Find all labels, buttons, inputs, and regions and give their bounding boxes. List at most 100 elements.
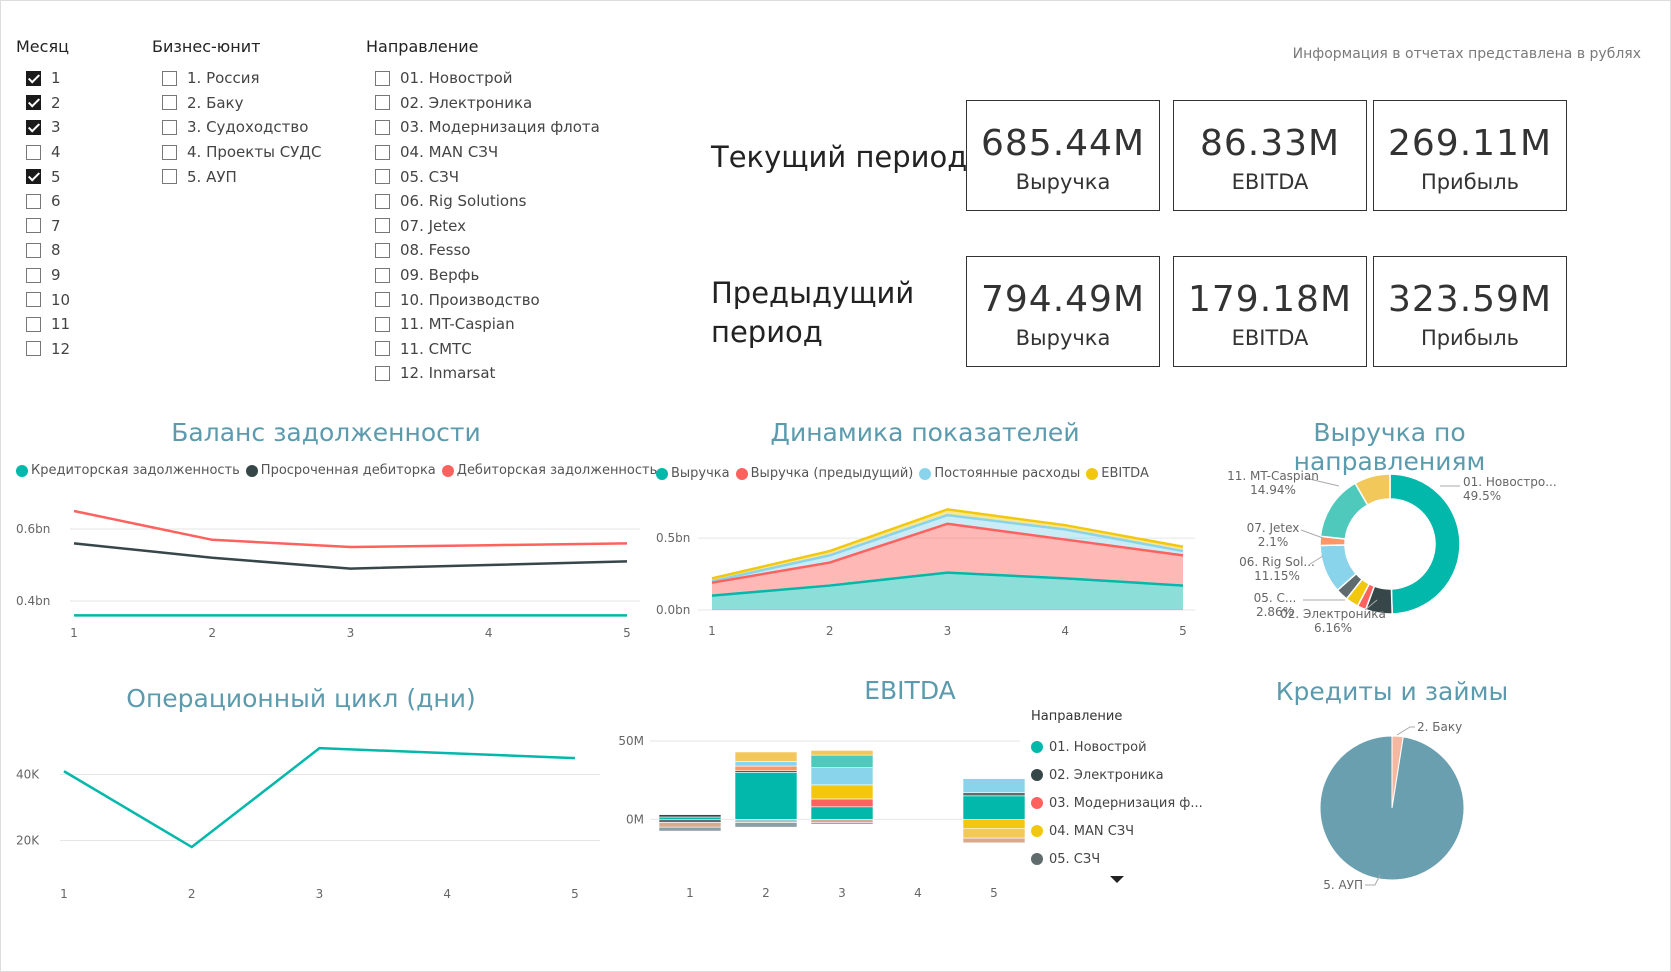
direction-slicer-item[interactable]: 07. Jetex: [375, 214, 600, 239]
checkbox[interactable]: [162, 144, 177, 160]
bar-segment[interactable]: [962, 819, 1026, 830]
month-slicer-item[interactable]: 3: [26, 115, 70, 140]
direction-slicer-item[interactable]: 09. Верфь: [375, 263, 600, 288]
checkbox[interactable]: [375, 316, 390, 332]
checkbox[interactable]: [26, 267, 41, 283]
bar-segment[interactable]: [734, 819, 798, 823]
unit-slicer-item[interactable]: 1. Россия: [162, 66, 322, 91]
bar-segment[interactable]: [810, 798, 874, 808]
bar-segment[interactable]: [734, 822, 798, 828]
legend-item[interactable]: Кредиторская задолженность: [16, 463, 240, 478]
kpi-card-current-revenue[interactable]: 685.44M Выручка: [966, 100, 1160, 211]
legend-item[interactable]: 04. MAN СЗЧ: [1031, 817, 1203, 845]
unit-slicer-item[interactable]: 4. Проекты СУДС: [162, 140, 322, 165]
checkbox[interactable]: [26, 70, 41, 86]
series-line-0[interactable]: [63, 746, 576, 849]
checkbox[interactable]: [162, 169, 177, 185]
legend-item[interactable]: Постоянные расходы: [919, 466, 1080, 481]
checkbox[interactable]: [162, 70, 177, 86]
legend-item[interactable]: 02. Электроника: [1031, 761, 1203, 789]
legend-item[interactable]: Просроченная дебиторка: [245, 463, 436, 478]
checkbox[interactable]: [375, 169, 390, 185]
bar-segment[interactable]: [810, 822, 874, 825]
checkbox[interactable]: [375, 292, 390, 308]
bar-segment[interactable]: [658, 819, 722, 823]
legend-item[interactable]: 05. СЗЧ: [1031, 845, 1203, 873]
checkbox[interactable]: [375, 267, 390, 283]
month-slicer-item[interactable]: 10: [26, 287, 70, 312]
direction-slicer-item[interactable]: 10. Производство: [375, 287, 600, 312]
direction-slicer-item[interactable]: 03. Модернизация флота: [375, 115, 600, 140]
bar-segment[interactable]: [962, 828, 1026, 839]
month-slicer-item[interactable]: 4: [26, 140, 70, 165]
direction-slicer-item[interactable]: 01. Новострой: [375, 66, 600, 91]
debt-chart[interactable]: 0.4bn 0.6bn 1 2 3 4 5: [0, 490, 650, 650]
month-slicer-item[interactable]: 6: [26, 189, 70, 214]
bar-segment[interactable]: [810, 806, 874, 820]
direction-slicer-item[interactable]: 06. Rig Solutions: [375, 189, 600, 214]
checkbox[interactable]: [26, 119, 41, 135]
kpi-card-previous-revenue[interactable]: 794.49M Выручка: [966, 256, 1160, 367]
checkbox[interactable]: [162, 95, 177, 111]
checkbox[interactable]: [375, 144, 390, 160]
legend-item[interactable]: 01. Новострой: [1031, 733, 1203, 761]
checkbox[interactable]: [375, 193, 390, 209]
direction-slicer-item[interactable]: 08. Fesso: [375, 238, 600, 263]
bar-segment[interactable]: [734, 765, 798, 772]
direction-slicer-item[interactable]: 02. Электроника: [375, 91, 600, 116]
direction-slicer-item[interactable]: 11. MT-Caspian: [375, 312, 600, 337]
month-slicer-item[interactable]: 5: [26, 164, 70, 189]
checkbox[interactable]: [26, 169, 41, 185]
checkbox[interactable]: [375, 95, 390, 111]
revenue-direction-chart[interactable]: 01. Новостро...49.5% 02. Электроника6.16%…: [1215, 460, 1565, 645]
pie-slice[interactable]: [1389, 473, 1461, 615]
checkbox[interactable]: [26, 292, 41, 308]
bar-segment[interactable]: [962, 837, 1026, 844]
checkbox[interactable]: [26, 218, 41, 234]
legend-item[interactable]: Выручка (предыдущий): [735, 466, 913, 481]
legend-item[interactable]: 03. Модернизация ф...: [1031, 789, 1203, 817]
kpi-card-previous-ebitda[interactable]: 179.18M EBITDA: [1173, 256, 1367, 367]
bar-segment[interactable]: [734, 772, 798, 820]
bar-segment[interactable]: [734, 761, 798, 767]
month-slicer-item[interactable]: 9: [26, 263, 70, 288]
checkbox[interactable]: [26, 341, 41, 357]
checkbox[interactable]: [26, 95, 41, 111]
legend-item[interactable]: EBITDA: [1086, 466, 1149, 481]
month-slicer-item[interactable]: 1: [26, 66, 70, 91]
bar-segment[interactable]: [658, 826, 722, 832]
bar-segment[interactable]: [962, 792, 1026, 797]
unit-slicer-item[interactable]: 2. Баку: [162, 91, 322, 116]
legend-item[interactable]: Дебиторская задолженность: [441, 463, 657, 478]
ebitda-chart[interactable]: 0M 50M 1 2 3 4 5: [610, 725, 1030, 910]
bar-segment[interactable]: [810, 754, 874, 768]
direction-slicer-item[interactable]: 05. СЗЧ: [375, 164, 600, 189]
checkbox[interactable]: [26, 193, 41, 209]
checkbox[interactable]: [375, 119, 390, 135]
opcycle-chart[interactable]: 20K 40K 1 2 3 4 5: [0, 730, 610, 910]
month-slicer-item[interactable]: 12: [26, 337, 70, 362]
bar-segment[interactable]: [810, 784, 874, 800]
checkbox[interactable]: [375, 218, 390, 234]
kpi-card-current-profit[interactable]: 269.11M Прибыль: [1373, 100, 1567, 211]
month-slicer-item[interactable]: 7: [26, 214, 70, 239]
bar-segment[interactable]: [810, 819, 874, 823]
legend-item[interactable]: Выручка: [656, 466, 730, 481]
checkbox[interactable]: [26, 242, 41, 258]
kpi-card-previous-profit[interactable]: 323.59M Прибыль: [1373, 256, 1567, 367]
pie-slice[interactable]: [1319, 735, 1465, 881]
bar-segment[interactable]: [658, 822, 722, 828]
direction-slicer-item[interactable]: 11. СМТС: [375, 337, 600, 362]
bar-segment[interactable]: [734, 751, 798, 762]
checkbox[interactable]: [162, 119, 177, 135]
bar-segment[interactable]: [810, 767, 874, 786]
checkbox[interactable]: [26, 144, 41, 160]
dynamics-chart[interactable]: 0.0bn 0.5bn 1 2 3 4 5: [650, 490, 1210, 650]
bar-segment[interactable]: [962, 778, 1026, 793]
bar-segment[interactable]: [658, 814, 722, 818]
month-slicer-item[interactable]: 2: [26, 91, 70, 116]
legend-scroll-down-icon[interactable]: [1110, 876, 1124, 883]
unit-slicer-item[interactable]: 3. Судоходство: [162, 115, 322, 140]
bar-segment[interactable]: [658, 816, 722, 820]
bar-segment[interactable]: [962, 795, 1026, 820]
